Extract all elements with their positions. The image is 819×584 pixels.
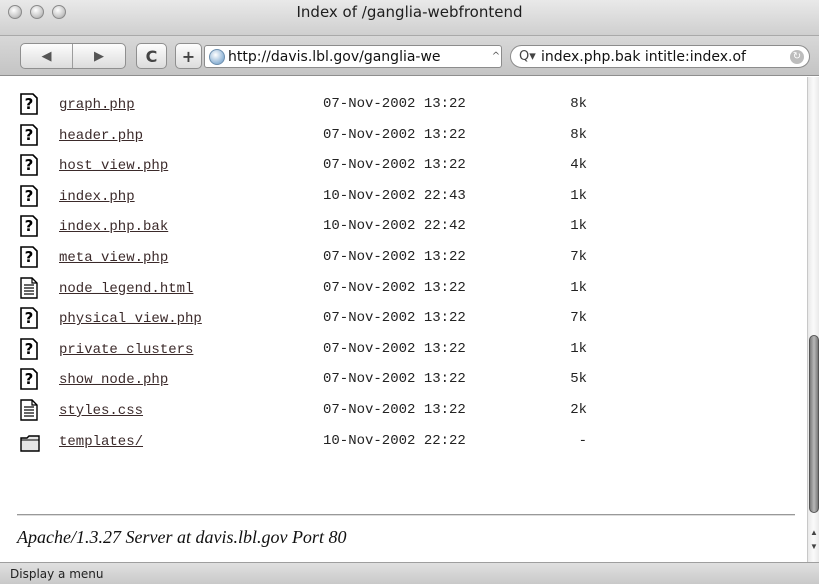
last-modified: 07-Nov-2002 13:22 <box>323 340 466 357</box>
last-modified: 07-Nov-2002 13:22 <box>323 96 466 112</box>
last-modified: 10-Nov-2002 22:22 <box>323 432 466 449</box>
search-field[interactable]: Q▾ index.php.bak intitle:index.of ↻ <box>510 45 810 68</box>
last-modified: 10-Nov-2002 22:42 <box>323 218 466 235</box>
navigation-buttons: ◀ ▶ <box>20 43 126 69</box>
file-size: - <box>578 432 587 449</box>
unknown-file-icon[interactable]: ? <box>20 246 38 268</box>
file-size: 4k <box>570 157 587 174</box>
table-row: ? host_view.php 07-Nov-2002 13:22 4k <box>0 154 807 184</box>
forward-button[interactable]: ▶ <box>73 44 125 68</box>
file-link[interactable]: index.php.bak <box>59 219 168 235</box>
svg-text:?: ? <box>25 126 34 144</box>
table-row: node_legend.html 07-Nov-2002 13:22 1k <box>0 276 807 307</box>
vertical-scrollbar[interactable]: ▲ ▼ <box>807 77 819 562</box>
svg-text:?: ? <box>25 340 34 358</box>
unknown-file-icon[interactable]: ? <box>20 184 38 207</box>
svg-text:?: ? <box>25 95 34 113</box>
horizontal-rule <box>17 514 795 516</box>
last-modified: 07-Nov-2002 13:22 <box>323 310 466 327</box>
unknown-file-icon[interactable]: ? <box>20 368 38 391</box>
text-file-icon[interactable] <box>20 399 38 421</box>
svg-text:?: ? <box>25 187 34 205</box>
snapback-caret-icon[interactable]: ^ <box>491 51 501 62</box>
table-row: ? index.php.bak 10-Nov-2002 22:42 1k <box>0 215 807 245</box>
search-query[interactable]: index.php.bak intitle:index.of <box>541 49 790 65</box>
file-size: 5k <box>570 371 587 388</box>
table-row: ? index.php 10-Nov-2002 22:43 1k <box>0 184 807 215</box>
page-content: ? graph.php 07-Nov-2002 13:22 8k? header.php… <box>0 77 807 562</box>
last-modified: 07-Nov-2002 13:22 <box>323 249 466 265</box>
window-title: Index of /ganglia-webfrontend <box>296 3 523 21</box>
unknown-file-icon[interactable]: ? <box>20 93 38 115</box>
file-size: 1k <box>570 187 587 204</box>
title-bar: Index of /ganglia-webfrontend <box>0 0 819 36</box>
last-modified: 07-Nov-2002 13:22 <box>323 402 466 418</box>
table-row: ? header.php 07-Nov-2002 13:22 8k <box>0 123 807 154</box>
scrollbar-thumb[interactable] <box>809 335 819 513</box>
last-modified: 07-Nov-2002 13:22 <box>323 157 466 174</box>
forward-arrow-icon: ▶ <box>94 48 104 64</box>
reload-button[interactable]: C <box>136 43 167 69</box>
table-row: ? physical_view.php 07-Nov-2002 13:22 7k <box>0 307 807 337</box>
svg-text:?: ? <box>25 156 34 174</box>
unknown-file-icon[interactable]: ? <box>20 337 38 360</box>
plus-icon: + <box>181 46 196 66</box>
file-link[interactable]: graph.php <box>59 97 135 113</box>
file-size: 7k <box>570 310 587 327</box>
table-row: ? graph.php 07-Nov-2002 13:22 8k <box>0 93 807 123</box>
server-signature: Apache/1.3.27 Server at davis.lbl.gov Po… <box>17 527 347 547</box>
status-bar: Display a menu <box>0 562 819 584</box>
scroll-up-arrow-icon[interactable]: ▲ <box>809 527 819 539</box>
file-link[interactable]: node_legend.html <box>59 281 193 297</box>
last-modified: 07-Nov-2002 13:22 <box>323 279 466 296</box>
address-bar[interactable]: http://davis.lbl.gov/ganglia-we ^ <box>204 45 502 68</box>
svg-text:?: ? <box>25 248 34 266</box>
svg-text:?: ? <box>25 217 34 235</box>
last-modified: 07-Nov-2002 13:22 <box>323 371 466 388</box>
file-link[interactable]: show_node.php <box>59 372 168 388</box>
status-text: Display a menu <box>10 567 104 581</box>
back-button[interactable]: ◀ <box>21 44 73 68</box>
file-link[interactable]: templates/ <box>59 434 143 450</box>
reload-icon: C <box>145 46 158 66</box>
file-size: 7k <box>570 249 587 265</box>
table-row: templates/10-Nov-2002 22:22 - <box>0 430 807 460</box>
scroll-down-arrow-icon[interactable]: ▼ <box>809 541 819 553</box>
file-link[interactable]: meta_view.php <box>59 250 168 266</box>
folder-icon[interactable] <box>20 434 40 456</box>
file-link[interactable]: physical_view.php <box>59 311 202 327</box>
unknown-file-icon[interactable]: ? <box>20 307 38 329</box>
table-row: ? show_node.php 07-Nov-2002 13:22 5k <box>0 368 807 398</box>
unknown-file-icon[interactable]: ? <box>20 123 38 146</box>
address-text[interactable]: http://davis.lbl.gov/ganglia-we <box>228 49 491 65</box>
file-size: 8k <box>570 126 587 143</box>
back-arrow-icon: ◀ <box>41 48 52 64</box>
last-modified: 10-Nov-2002 22:43 <box>323 187 466 204</box>
file-size: 8k <box>570 96 587 112</box>
file-link[interactable]: private_clusters <box>59 342 193 358</box>
table-row: ? meta_view.php 07-Nov-2002 13:22 7k <box>0 246 807 276</box>
table-row: styles.css 07-Nov-2002 13:22 2k <box>0 399 807 429</box>
file-link[interactable]: styles.css <box>59 403 143 419</box>
text-file-icon[interactable] <box>20 276 38 299</box>
file-size: 1k <box>570 279 587 296</box>
toolbar: ◀ ▶ C + http://davis.lbl.gov/ganglia-we … <box>0 36 819 76</box>
unknown-file-icon[interactable]: ? <box>20 215 38 238</box>
file-link[interactable]: host_view.php <box>59 158 168 174</box>
add-bookmark-button[interactable]: + <box>175 43 202 69</box>
table-row: ? private_clusters 07-Nov-2002 13:22 1k <box>0 337 807 368</box>
file-size: 1k <box>570 340 587 357</box>
globe-icon <box>209 48 225 65</box>
magnifier-icon[interactable]: Q▾ <box>519 49 541 64</box>
file-size: 2k <box>570 402 587 418</box>
snapback-icon[interactable]: ↻ <box>790 49 804 64</box>
last-modified: 07-Nov-2002 13:22 <box>323 126 466 143</box>
file-link[interactable]: header.php <box>59 128 143 144</box>
file-size: 1k <box>570 218 587 235</box>
file-link[interactable]: index.php <box>59 189 135 205</box>
svg-text:?: ? <box>25 309 34 327</box>
unknown-file-icon[interactable]: ? <box>20 154 38 176</box>
svg-text:?: ? <box>25 370 34 388</box>
